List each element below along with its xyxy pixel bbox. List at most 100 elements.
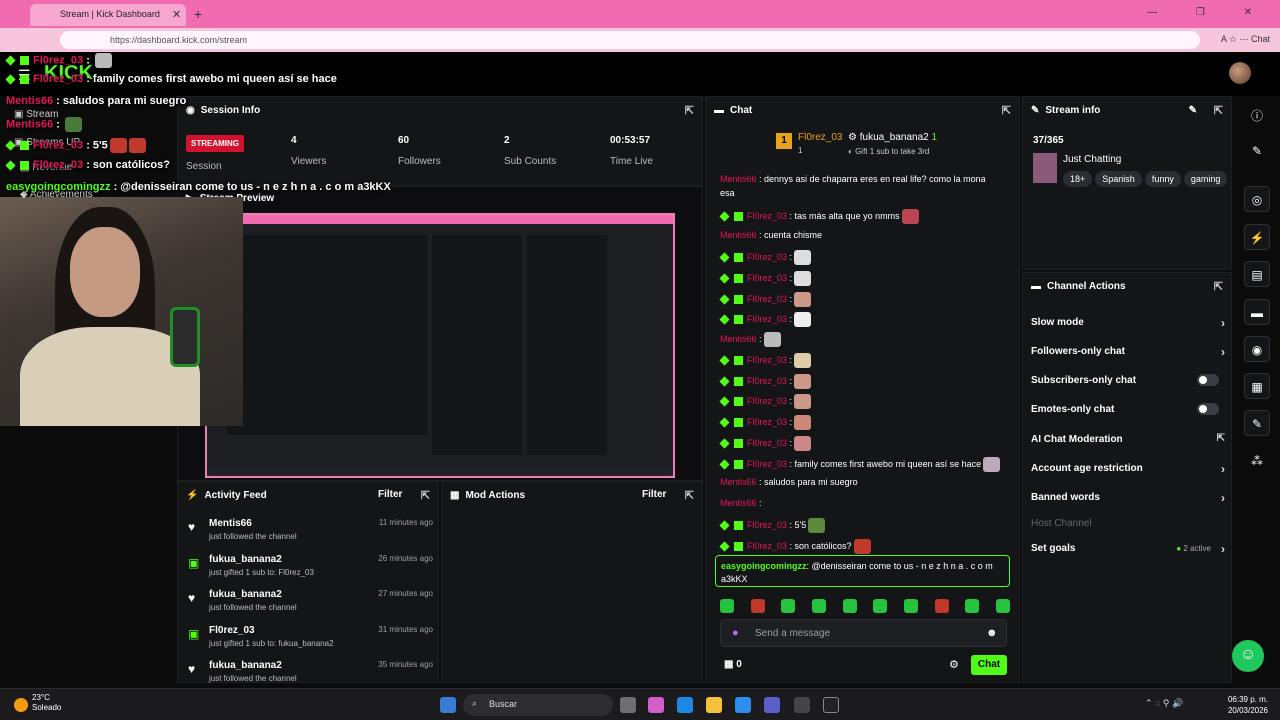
chat-username[interactable]: Mentis66 <box>720 477 757 487</box>
chat-username[interactable]: Mentis66 <box>720 334 757 344</box>
emote-icon[interactable] <box>750 599 765 613</box>
url-input[interactable]: https://dashboard.kick.com/stream <box>60 31 1200 49</box>
chat-username[interactable]: Mentis66 <box>720 230 757 240</box>
right-rail: ⓘ ✎ ◎ ⚡ ▤ ▬ ◉ ▦ ✎ ⁂ <box>1236 96 1280 683</box>
preview-video[interactable] <box>205 213 675 478</box>
preview-side <box>527 235 607 455</box>
clock[interactable]: 06:39 p. m. 20/03/2026 <box>1228 694 1268 716</box>
badge-icon <box>734 521 743 530</box>
browser-tab[interactable]: Stream | Kick Dashboard <box>30 4 186 26</box>
mic-icon[interactable]: ● <box>732 627 739 639</box>
emote-icon <box>794 292 812 307</box>
emote-icon[interactable] <box>781 599 796 613</box>
emote-icon[interactable] <box>842 599 857 613</box>
chat-message: Mentis66 : saludos para mi suegro <box>720 477 858 487</box>
expand-icon[interactable]: ⇱ <box>685 104 694 117</box>
chat-username[interactable]: Fl0rez_03 <box>747 252 787 262</box>
expand-icon[interactable]: ⇱ <box>1002 104 1011 117</box>
emote-icon[interactable] <box>934 599 949 613</box>
points-counter[interactable]: ▦ 0 <box>724 659 742 670</box>
profile-chat-button[interactable]: A ☆ ⋯ Chat <box>1221 34 1270 45</box>
send-chat-button[interactable]: Chat <box>971 655 1007 675</box>
edge-icon[interactable] <box>677 697 693 713</box>
tray-icons[interactable]: ⌃ ◌ ⚲ 🔊 <box>1145 698 1183 709</box>
action-banned-words[interactable]: Banned words › <box>1031 491 1225 505</box>
action-subscribers-only[interactable]: Subscribers-only chat <box>1031 374 1225 386</box>
task-view-icon[interactable] <box>620 697 636 713</box>
chat-username[interactable]: Fl0rez_03 <box>747 396 787 406</box>
target-icon[interactable]: ◎ <box>1244 186 1270 212</box>
chat-username[interactable]: Fl0rez_03 <box>747 314 787 324</box>
chat-text: : <box>787 354 793 365</box>
leader-first[interactable]: Fl0rez_03 <box>798 132 842 143</box>
chat-username[interactable]: Mentis66 <box>720 174 757 184</box>
expand-icon[interactable]: ⇱ <box>1214 104 1223 117</box>
emote-icon <box>808 518 826 533</box>
toggle[interactable] <box>1197 403 1219 415</box>
chat-username[interactable]: Fl0rez_03 <box>747 417 787 427</box>
chat-username[interactable]: Fl0rez_03 <box>747 459 787 469</box>
chat-username[interactable]: Fl0rez_03 <box>747 376 787 386</box>
copilot-icon[interactable] <box>648 697 664 713</box>
info-icon[interactable]: ⓘ <box>1244 101 1270 127</box>
expand-icon[interactable]: ⇱ <box>421 489 430 502</box>
broadcast-icon[interactable]: ◉ <box>1244 336 1270 362</box>
action-ai-moderation[interactable]: AI Chat Moderation ⇱ <box>1031 433 1225 445</box>
wrench-icon[interactable]: ✎ <box>1244 410 1270 436</box>
taskbar-search[interactable]: ⌕ Buscar <box>463 694 613 716</box>
chat-username[interactable]: Mentis66 <box>720 498 757 508</box>
mail-icon[interactable] <box>735 697 751 713</box>
toggle[interactable] <box>1197 374 1219 386</box>
action-slow-mode[interactable]: Slow mode › <box>1031 316 1225 330</box>
chat-text: : <box>756 498 762 508</box>
chat-message: Fl0rez_03 : <box>719 250 812 265</box>
filter-button[interactable]: Filter <box>378 489 402 500</box>
filter-button[interactable]: Filter <box>642 489 666 500</box>
chat-username[interactable]: Fl0rez_03 <box>747 294 787 304</box>
edit-icon[interactable]: ✎ <box>1189 105 1197 116</box>
action-set-goals[interactable]: Set goals ● 2 active › <box>1031 542 1225 556</box>
windows-start-icon[interactable] <box>440 697 456 713</box>
lightning-icon[interactable]: ⚡ <box>1244 224 1270 250</box>
support-chat-button[interactable]: ☺ <box>1232 640 1264 672</box>
emote-icon[interactable] <box>811 599 826 613</box>
action-emotes-only[interactable]: Emotes-only chat <box>1031 403 1225 415</box>
nodes-icon[interactable]: ⁂ <box>1244 448 1270 474</box>
chat-username[interactable]: Fl0rez_03 <box>747 211 787 221</box>
leader-second[interactable]: ⚙ fukua_banana2 1 <box>848 132 937 143</box>
chat-username[interactable]: Fl0rez_03 <box>747 520 787 530</box>
emote-icon[interactable] <box>720 599 734 613</box>
folder-icon[interactable] <box>706 697 722 713</box>
emote-icon[interactable] <box>995 599 1010 613</box>
emote-icon[interactable] <box>965 599 980 613</box>
clipboard-icon[interactable]: ▤ <box>1244 261 1270 287</box>
close-tab-icon[interactable]: ✕ <box>172 8 181 21</box>
emoji-icon[interactable]: ☻ <box>986 627 998 639</box>
teams-icon[interactable] <box>764 697 780 713</box>
chat-username[interactable]: Fl0rez_03 <box>747 438 787 448</box>
action-account-age[interactable]: Account age restriction › <box>1031 462 1225 476</box>
new-tab-icon[interactable]: + <box>194 6 202 22</box>
badge-icon <box>734 212 743 221</box>
chevron-right-icon: › <box>1221 316 1225 330</box>
emote-icon <box>983 457 1001 472</box>
emote-icon[interactable] <box>873 599 888 613</box>
expand-icon[interactable]: ⇱ <box>685 489 694 502</box>
chat-username[interactable]: Fl0rez_03 <box>747 273 787 283</box>
chat-username[interactable]: Fl0rez_03 <box>747 541 787 551</box>
weather-widget[interactable]: 23°C Soleado <box>14 693 61 713</box>
window-controls[interactable]: — ❐ ✕ <box>1147 7 1270 18</box>
obs-icon[interactable] <box>823 697 839 713</box>
avatar[interactable] <box>1229 62 1251 84</box>
grid-icon[interactable]: ▦ <box>1244 373 1270 399</box>
action-followers-only[interactable]: Followers-only chat › <box>1031 345 1225 359</box>
edit-icon[interactable]: ✎ <box>1244 138 1270 164</box>
app-icon[interactable] <box>794 697 810 713</box>
expand-icon[interactable]: ⇱ <box>1214 280 1223 293</box>
reading-view-icon[interactable]: A <box>1221 34 1227 44</box>
chat-username[interactable]: Fl0rez_03 <box>747 355 787 365</box>
chat-input[interactable]: Send a message <box>720 619 1007 647</box>
gear-icon[interactable]: ⚙ <box>949 658 959 671</box>
chat-bubble-icon[interactable]: ▬ <box>1244 299 1270 325</box>
emote-icon[interactable] <box>903 599 918 613</box>
